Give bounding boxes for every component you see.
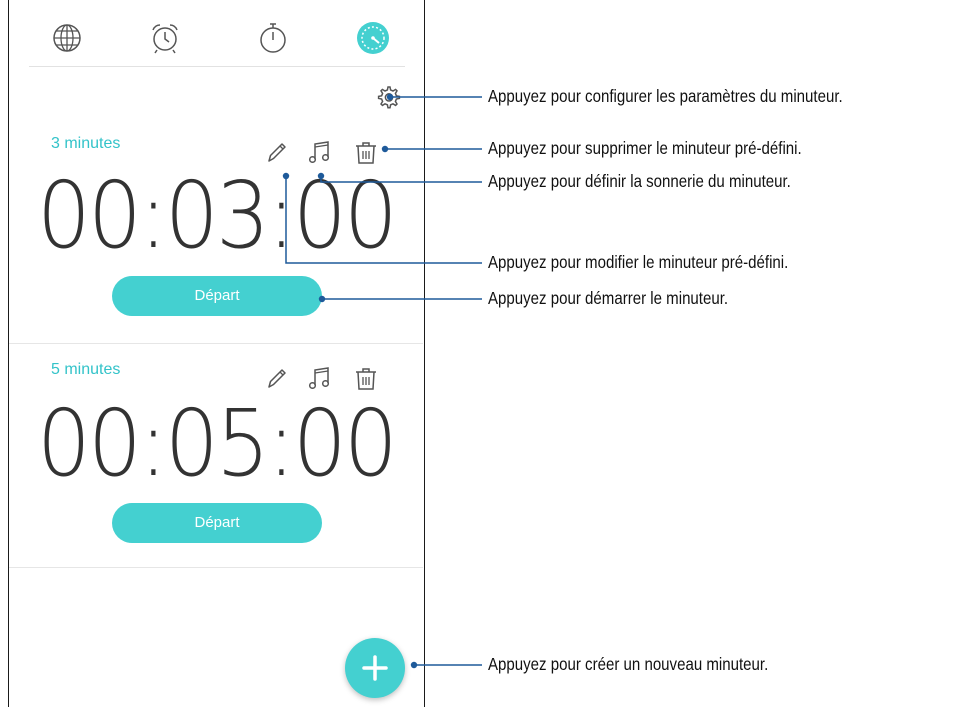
pencil-icon xyxy=(268,369,286,388)
delete-button[interactable] xyxy=(351,363,381,393)
timer-card: 5 minutes 00:05:00 Départ xyxy=(9,343,423,568)
annotation-ringtone: Appuyez pour définir la sonnerie du minu… xyxy=(488,171,791,191)
gear-icon xyxy=(377,86,401,109)
edit-button[interactable] xyxy=(262,363,292,393)
tab-world-clock[interactable] xyxy=(49,20,85,56)
music-note-icon xyxy=(308,367,330,390)
timer-label: 3 minutes xyxy=(51,135,121,152)
timer-label: 5 minutes xyxy=(51,361,121,378)
timer-display: 00:03:00 xyxy=(36,162,398,269)
annotation-create: Appuyez pour créer un nouveau minuteur. xyxy=(488,654,769,674)
tab-bar xyxy=(29,0,405,67)
ringtone-button[interactable] xyxy=(305,363,335,393)
settings-gear-button[interactable] xyxy=(372,82,404,114)
annotation-edit: Appuyez pour modifier le minuteur pré-dé… xyxy=(488,252,789,272)
phone-screen: 3 minutes 00:03:00 Départ 5 minutes 00:0… xyxy=(8,0,425,707)
timer-card: 3 minutes 00:03:00 Départ xyxy=(9,125,423,344)
tab-alarm[interactable] xyxy=(147,20,183,56)
timer-display: 00:05:00 xyxy=(36,390,398,497)
globe-icon xyxy=(53,24,81,52)
stopwatch-icon xyxy=(260,23,286,53)
annotation-delete: Appuyez pour supprimer le minuteur pré-d… xyxy=(488,138,802,158)
annotation-start: Appuyez pour démarrer le minuteur. xyxy=(488,288,729,308)
annotation-settings: Appuyez pour configurer les paramètres d… xyxy=(488,86,843,106)
start-button[interactable]: Départ xyxy=(112,276,322,316)
add-timer-button[interactable] xyxy=(345,638,405,698)
start-button[interactable]: Départ xyxy=(112,503,322,543)
plus-icon xyxy=(362,655,388,681)
tab-stopwatch[interactable] xyxy=(255,20,291,56)
trash-icon xyxy=(356,368,376,390)
timer-icon xyxy=(357,22,389,54)
tab-timer[interactable] xyxy=(355,20,391,56)
alarm-clock-icon xyxy=(152,24,178,54)
